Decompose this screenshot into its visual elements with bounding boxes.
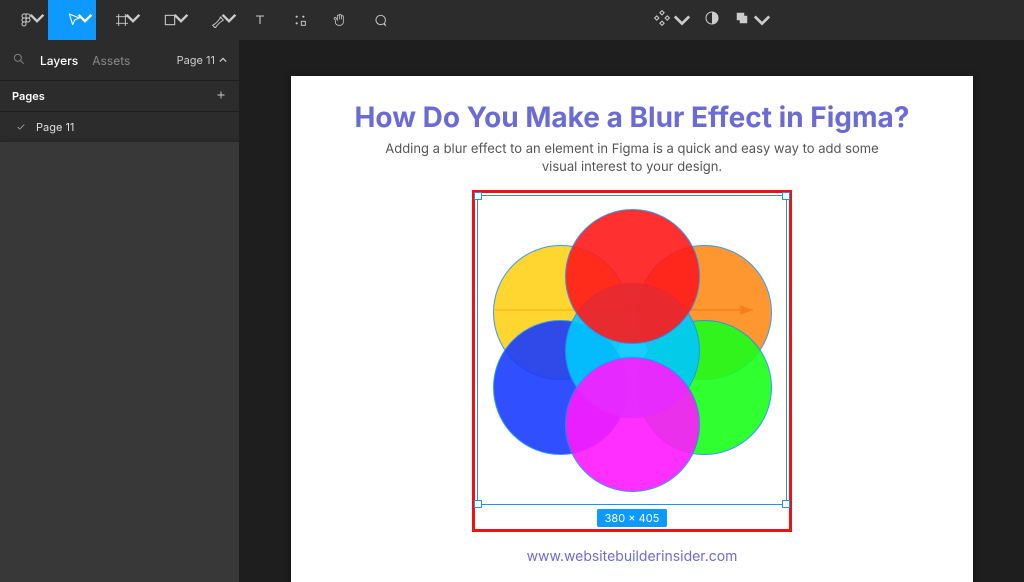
move-tool-button[interactable]: [48, 0, 96, 40]
check-icon: [14, 120, 28, 134]
toolbar-left-cluster: [0, 0, 400, 40]
selection-handle[interactable]: [474, 500, 482, 508]
components-icon: [653, 9, 671, 31]
selection-box[interactable]: [477, 195, 787, 505]
chevron-down-icon: [29, 10, 45, 26]
toolbar-center-cluster: [400, 4, 1024, 36]
chevron-up-icon: [219, 56, 227, 64]
frame-tool-button[interactable]: [96, 0, 144, 40]
page-name: Page 11: [36, 120, 74, 134]
resources-tool-button[interactable]: [280, 0, 320, 40]
boolean-union-icon: [733, 9, 751, 31]
page-dropdown-label: Page 11: [177, 53, 215, 67]
tab-assets[interactable]: Assets: [92, 53, 130, 68]
pages-section-header: Pages: [0, 80, 239, 112]
shape-tool-button[interactable]: [144, 0, 192, 40]
layer-tree: Page 11 Slide 4:3 - 1 Ellipse 2 Ellipse …: [0, 112, 239, 582]
canvas[interactable]: How Do You Make a Blur Effect in Figma? …: [240, 40, 1024, 582]
ellipse-red[interactable]: [565, 209, 700, 344]
text-icon: [252, 12, 268, 28]
chevron-down-icon: [173, 10, 189, 26]
add-page-button[interactable]: [215, 89, 227, 104]
selection-handle[interactable]: [782, 192, 790, 200]
chevron-down-icon: [673, 11, 691, 29]
chevron-down-icon: [125, 10, 141, 26]
slide-frame[interactable]: How Do You Make a Blur Effect in Figma? …: [291, 76, 973, 582]
selection-handle[interactable]: [782, 500, 790, 508]
page-dropdown[interactable]: Page 11: [177, 53, 227, 67]
subline-text: Adding a blur effect to an element in Fi…: [372, 140, 892, 176]
app-body: Layers Assets Page 11 Pages Page 11: [0, 40, 1024, 582]
text-tool-button[interactable]: [240, 0, 280, 40]
circles-group: [487, 205, 777, 495]
frame-row[interactable]: Slide 4:3 - 1: [0, 142, 239, 582]
resources-icon: [292, 12, 308, 28]
chevron-down-icon: [221, 10, 237, 26]
page-row[interactable]: Page 11: [0, 112, 239, 142]
artwork-annotation-box: 380 × 405: [472, 190, 792, 532]
chevron-down-icon: [753, 11, 771, 29]
components-button[interactable]: [656, 4, 688, 36]
chevron-down-icon: [77, 10, 93, 26]
dimension-badge-wrap: 380 × 405: [477, 505, 787, 527]
dimension-badge: 380 × 405: [597, 509, 668, 527]
figma-app: Layers Assets Page 11 Pages Page 11: [0, 0, 1024, 582]
pages-label: Pages: [12, 89, 45, 103]
comment-tool-button[interactable]: [360, 0, 400, 40]
top-toolbar: [0, 0, 1024, 40]
boolean-button[interactable]: [736, 4, 768, 36]
comment-icon: [372, 12, 388, 28]
ellipse-magenta[interactable]: [565, 357, 700, 492]
search-icon[interactable]: [12, 52, 26, 69]
layers-panel: Layers Assets Page 11 Pages Page 11: [0, 40, 240, 582]
hand-icon: [332, 12, 348, 28]
panel-tabs: Layers Assets Page 11: [0, 40, 239, 80]
mask-icon: [703, 9, 721, 31]
selection-handle[interactable]: [474, 192, 482, 200]
tab-layers[interactable]: Layers: [40, 53, 78, 68]
mask-button[interactable]: [696, 4, 728, 36]
figma-menu-button[interactable]: [0, 0, 48, 40]
footer-url: www.websitebuilderinsider.com: [527, 548, 738, 565]
hand-tool-button[interactable]: [320, 0, 360, 40]
headline-text: How Do You Make a Blur Effect in Figma?: [355, 100, 910, 134]
pen-tool-button[interactable]: [192, 0, 240, 40]
